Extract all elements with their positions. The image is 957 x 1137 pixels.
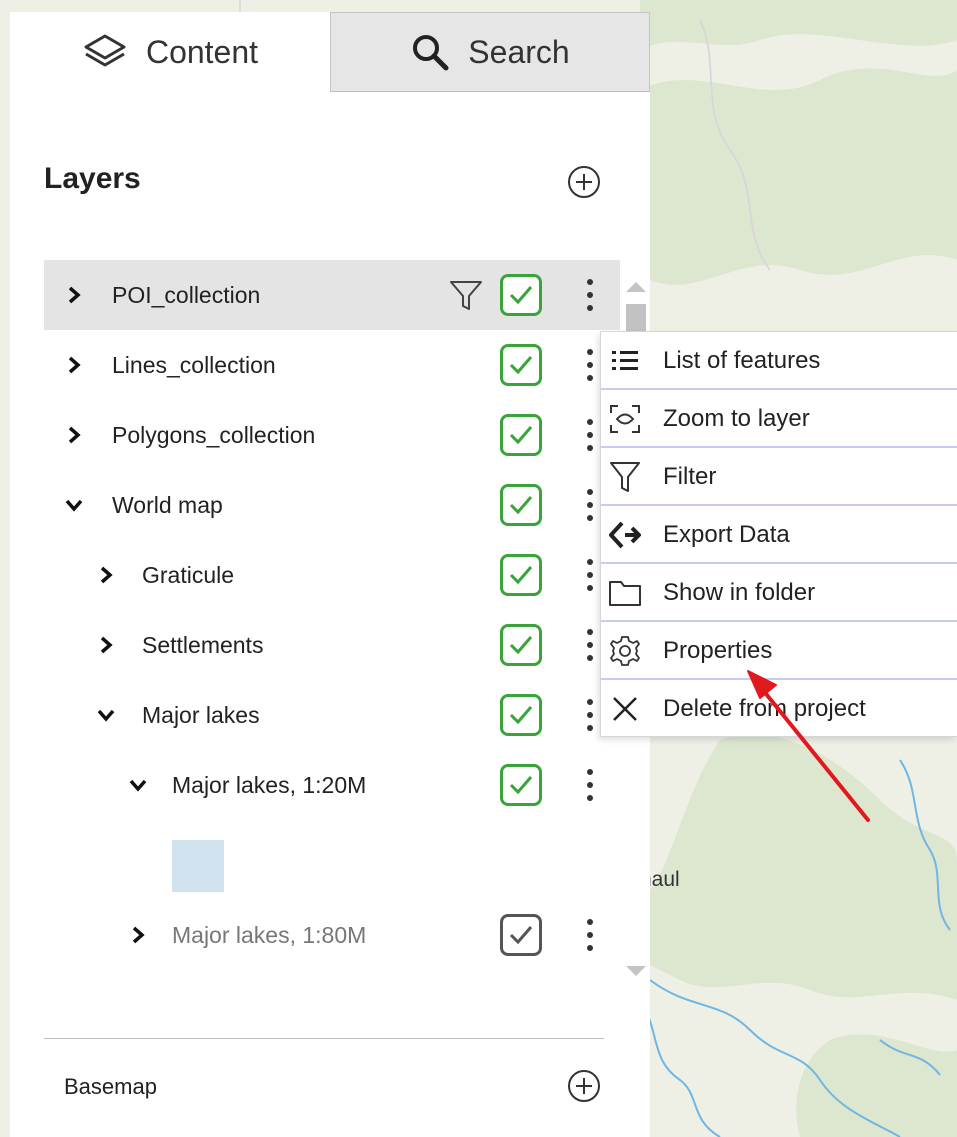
menu-item-label: Show in folder	[663, 579, 816, 606]
layer-tree: POI_collection Lines_collection Polygons…	[44, 260, 620, 1000]
chevron-down-icon[interactable]	[126, 773, 150, 797]
close-icon	[607, 691, 643, 727]
chevron-down-icon[interactable]	[62, 493, 86, 517]
menu-item-list-of-features[interactable]: List of features	[601, 332, 957, 390]
gear-icon	[607, 633, 643, 669]
menu-item-delete-from-project[interactable]: Delete from project	[601, 680, 957, 738]
layer-visibility-checkbox[interactable]	[500, 344, 542, 386]
menu-item-export-data[interactable]: Export Data	[601, 506, 957, 564]
plus-circle-icon	[568, 166, 600, 198]
filter-icon[interactable]	[448, 277, 484, 313]
layer-visibility-checkbox[interactable]	[500, 274, 542, 316]
list-icon	[607, 343, 643, 379]
chevron-right-icon[interactable]	[94, 633, 118, 657]
layer-label: Settlements	[142, 631, 264, 658]
layer-options-button[interactable]	[580, 764, 600, 806]
layer-row-major-lakes[interactable]: Major lakes	[44, 680, 620, 750]
add-layer-button[interactable]	[567, 165, 601, 199]
layers-heading: Layers	[44, 162, 141, 195]
menu-item-filter[interactable]: Filter	[601, 448, 957, 506]
layer-label: POI_collection	[112, 281, 261, 308]
layer-visibility-checkbox[interactable]	[500, 414, 542, 456]
layer-row-major-lakes-80m[interactable]: Major lakes, 1:80M	[44, 900, 620, 970]
layer-row-lines-collection[interactable]: Lines_collection	[44, 330, 620, 400]
add-basemap-button[interactable]	[567, 1069, 601, 1103]
layer-label: Major lakes	[142, 701, 260, 728]
layer-context-menu: List of features Zoom to layer Filter Ex…	[600, 331, 957, 737]
panel-tabs: Content Search	[10, 12, 650, 92]
layer-visibility-checkbox[interactable]	[500, 694, 542, 736]
chevron-right-icon[interactable]	[126, 923, 150, 947]
layer-visibility-checkbox[interactable]	[500, 484, 542, 526]
layer-options-button[interactable]	[580, 624, 600, 666]
layer-visibility-checkbox[interactable]	[500, 554, 542, 596]
layer-options-button[interactable]	[580, 344, 600, 386]
chevron-right-icon[interactable]	[62, 283, 86, 307]
layer-row-major-lakes-20m[interactable]: Major lakes, 1:20M	[44, 750, 620, 820]
plus-circle-icon	[568, 1070, 600, 1102]
menu-item-label: Filter	[663, 463, 717, 490]
tab-search-label: Search	[468, 33, 570, 70]
layer-label: Polygons_collection	[112, 421, 316, 448]
layer-options-button[interactable]	[580, 414, 600, 456]
menu-item-label: Zoom to layer	[663, 405, 810, 432]
section-divider	[44, 1038, 604, 1039]
menu-item-label: Export Data	[663, 521, 790, 548]
layer-row-graticule[interactable]: Graticule	[44, 540, 620, 610]
layer-options-button[interactable]	[580, 484, 600, 526]
layer-options-button[interactable]	[580, 554, 600, 596]
layer-visibility-checkbox[interactable]	[500, 764, 542, 806]
export-icon	[607, 517, 643, 553]
layer-label: Major lakes, 1:20M	[172, 771, 367, 798]
menu-item-label: Delete from project	[663, 695, 866, 722]
tab-content-label: Content	[145, 33, 259, 70]
chevron-right-icon[interactable]	[62, 353, 86, 377]
tab-content[interactable]: Content	[10, 12, 330, 92]
layer-visibility-checkbox[interactable]	[500, 624, 542, 666]
layer-label: World map	[112, 491, 223, 518]
menu-item-label: List of features	[663, 347, 821, 374]
layer-visibility-checkbox[interactable]	[500, 914, 542, 956]
chevron-right-icon[interactable]	[94, 563, 118, 587]
layer-options-button[interactable]	[580, 914, 600, 956]
chevron-right-icon[interactable]	[62, 423, 86, 447]
layers-icon	[82, 32, 128, 72]
filter-icon	[607, 459, 643, 495]
menu-item-properties[interactable]: Properties	[601, 622, 957, 680]
layer-label: Lines_collection	[112, 351, 276, 378]
legend-swatch	[172, 840, 224, 892]
folder-icon	[607, 575, 643, 611]
chevron-down-icon[interactable]	[94, 703, 118, 727]
layer-row-settlements[interactable]: Settlements	[44, 610, 620, 680]
content-panel: Content Search Layers POI_collection Lin…	[10, 12, 650, 1137]
layer-label: Major lakes, 1:80M	[172, 921, 367, 948]
scroll-down-arrow-icon[interactable]	[626, 966, 646, 976]
menu-item-zoom-to-layer[interactable]: Zoom to layer	[601, 390, 957, 448]
menu-item-show-in-folder[interactable]: Show in folder	[601, 564, 957, 622]
tab-search[interactable]: Search	[330, 12, 650, 92]
layer-options-button[interactable]	[580, 274, 600, 316]
scroll-up-arrow-icon[interactable]	[626, 282, 646, 292]
menu-item-label: Properties	[663, 637, 773, 664]
zoom-extent-icon	[607, 401, 643, 437]
layer-row-poi-collection[interactable]: POI_collection	[44, 260, 620, 330]
layer-options-button[interactable]	[580, 694, 600, 736]
search-icon	[410, 32, 450, 72]
layer-label: Graticule	[142, 561, 235, 588]
basemap-heading: Basemap	[64, 1074, 157, 1099]
layer-row-polygons-collection[interactable]: Polygons_collection	[44, 400, 620, 470]
layer-row-world-map[interactable]: World map	[44, 470, 620, 540]
